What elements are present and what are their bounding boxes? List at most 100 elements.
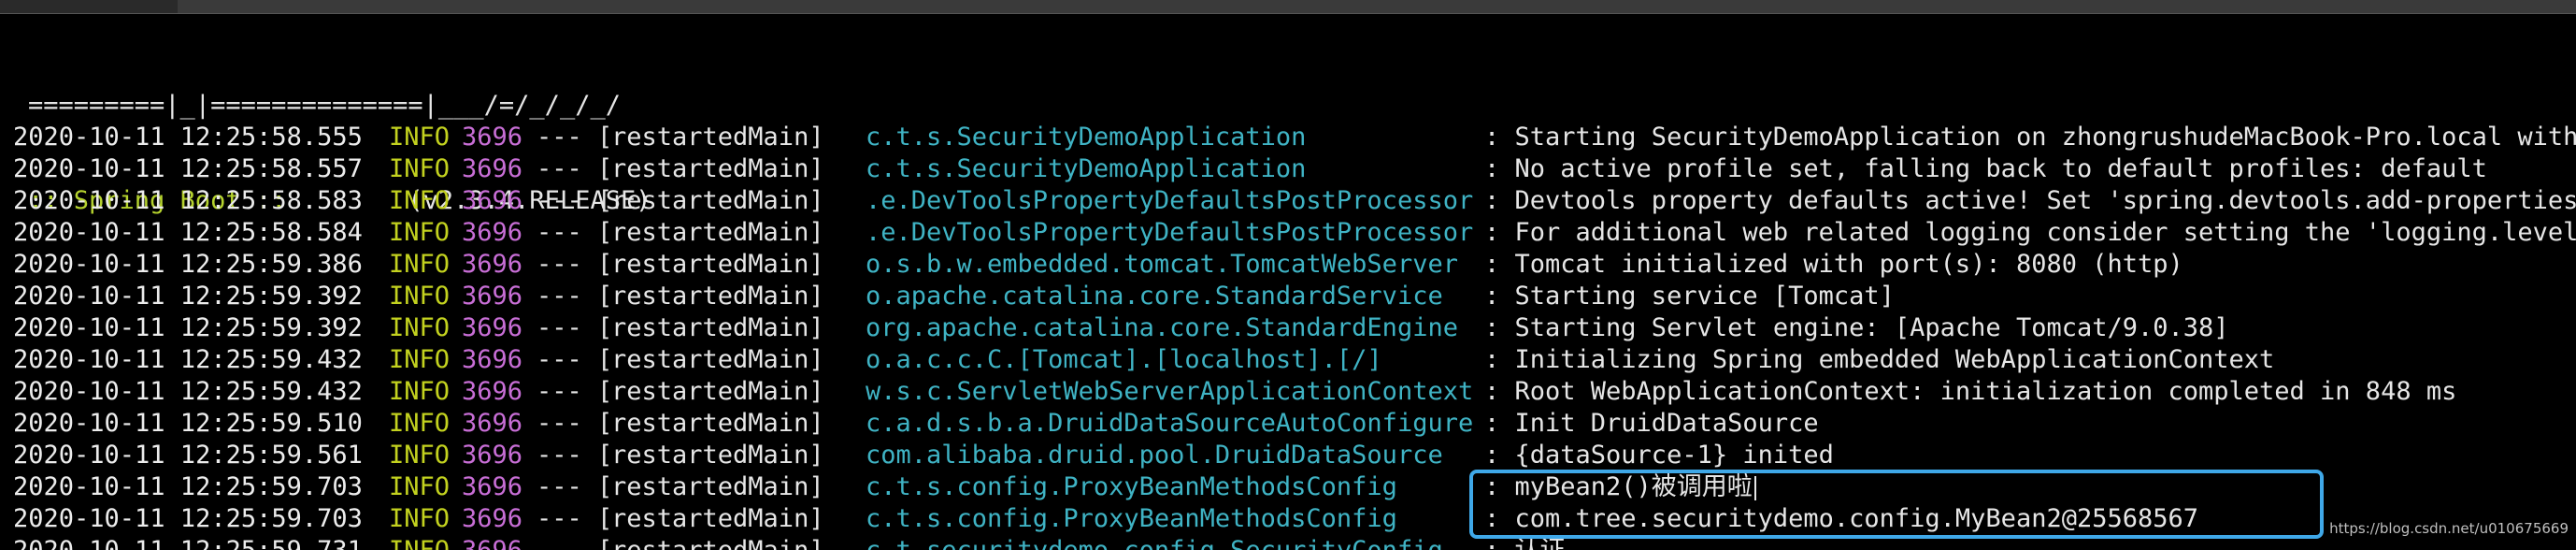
log-thread: restartedMain] (611, 441, 824, 470)
log-line: 2020-10-11 12:25:59.432 INFO 3696 --- [ … (13, 344, 2274, 376)
log-line-highlighted: 2020-10-11 12:25:59.703 INFO 3696 --- [ … (13, 503, 2198, 535)
log-line: 2020-10-11 12:25:58.555 INFO 3696 --- [ … (13, 122, 2576, 153)
log-timestamp: 2020-10-11 12:25:58.557 (13, 154, 363, 183)
log-level: INFO (389, 313, 451, 342)
log-output: 2020-10-11 12:25:58.555 INFO 3696 --- [ … (13, 122, 2576, 550)
log-message: : Initializing Spring embedded WebApplic… (1484, 345, 2275, 374)
log-thread: restartedMain] (611, 154, 824, 183)
log-thread: restartedMain] (611, 377, 824, 406)
terminal-tab[interactable] (0, 0, 178, 13)
log-separator: --- [ (537, 218, 613, 247)
log-level: INFO (389, 535, 450, 550)
log-separator: --- [ (537, 282, 613, 311)
log-pid: 3696 (462, 409, 523, 438)
log-separator: --- [ (537, 313, 613, 342)
log-timestamp: 2020-10-11 12:25:59.561 (13, 441, 363, 470)
log-level: INFO (389, 282, 451, 311)
log-separator: --- [ (537, 409, 613, 438)
log-logger: c.t.s.SecurityDemoApplication (866, 123, 1307, 152)
log-timestamp: 2020-10-11 12:25:58.555 (13, 123, 363, 152)
log-pid: 3696 (462, 123, 523, 152)
log-timestamp: 2020-10-11 12:25:59.703 (13, 472, 363, 501)
log-message: : Root WebApplicationContext: initializa… (1484, 377, 2457, 406)
log-level: INFO (389, 441, 451, 470)
highlight-box (1469, 470, 2324, 539)
log-separator: --- [ (537, 345, 613, 374)
log-pid: 3696 (462, 218, 523, 247)
log-separator: --- [ (537, 504, 613, 533)
log-thread: restartedMain] (611, 282, 824, 311)
log-message: : Starting Servlet engine: [Apache Tomca… (1484, 313, 2229, 342)
log-logger: c.a.d.s.b.a.DruidDataSourceAutoConfigure (866, 409, 1474, 438)
log-level: INFO (389, 154, 451, 183)
log-separator: --- [ (537, 123, 613, 152)
log-level: INFO (389, 504, 451, 533)
log-thread: restartedMain] (611, 250, 824, 279)
log-logger: o.a.c.c.C.[Tomcat].[localhost].[/] (866, 345, 1382, 374)
log-line: 2020-10-11 12:25:59.392 INFO 3696 --- [ … (13, 312, 2229, 344)
log-pid: 3696 (462, 535, 522, 550)
log-line: 2020-10-11 12:25:58.584 INFO 3696 --- [ … (13, 217, 2576, 249)
log-thread: restartedMain] (611, 504, 824, 533)
log-message: : For additional web related logging con… (1484, 218, 2576, 247)
log-pid: 3696 (462, 186, 523, 215)
log-logger: o.s.b.w.embedded.tomcat.TomcatWebServer (866, 250, 1458, 279)
log-thread: restartedMain] (611, 472, 824, 501)
log-separator: --- [ (537, 535, 612, 550)
log-level: INFO (389, 377, 451, 406)
log-message: : Starting service [Tomcat] (1484, 282, 1895, 311)
log-level: INFO (389, 250, 451, 279)
log-timestamp: 2020-10-11 12:25:59.392 (13, 313, 363, 342)
log-timestamp: 2020-10-11 12:25:58.584 (13, 218, 363, 247)
log-timestamp: 2020-10-11 12:25:59.432 (13, 377, 363, 406)
log-thread: restartedMain] (611, 409, 824, 438)
log-separator: --- [ (537, 250, 613, 279)
log-line: 2020-10-11 12:25:59.386 INFO 3696 --- [ … (13, 249, 2183, 281)
log-level: INFO (389, 409, 451, 438)
log-thread: restartedMain] (611, 218, 824, 247)
log-logger: org.apache.catalina.core.StandardEngine (866, 313, 1458, 342)
log-level: INFO (389, 218, 451, 247)
log-logger: c.t.s.config.ProxyBeanMethodsConfig (866, 472, 1397, 501)
log-timestamp: 2020-10-11 12:25:59.392 (13, 282, 363, 311)
log-line: 2020-10-11 12:25:59.432 INFO 3696 --- [ … (13, 376, 2456, 408)
log-logger: .e.DevToolsPropertyDefaultsPostProcessor (866, 186, 1474, 215)
log-timestamp: 2020-10-11 12:25:59.731 (13, 535, 363, 550)
log-level: INFO (389, 186, 451, 215)
log-logger: c.t.s.config.ProxyBeanMethodsConfig (866, 504, 1397, 533)
terminal-tab-bar (0, 0, 2576, 14)
log-timestamp: 2020-10-11 12:25:59.510 (13, 409, 363, 438)
log-pid: 3696 (462, 345, 523, 374)
log-message: : No active profile set, falling back to… (1484, 154, 2487, 183)
log-logger: c.t.securitydemo.config.SecurityConfig (866, 535, 1443, 550)
log-message: : Starting SecurityDemoApplication on zh… (1484, 123, 2576, 152)
log-separator: --- [ (537, 186, 613, 215)
log-message: : Init DruidDataSource (1484, 409, 1819, 438)
log-message: : Tomcat initialized with port(s): 8080 … (1484, 250, 2183, 279)
log-timestamp: 2020-10-11 12:25:59.432 (13, 345, 363, 374)
log-separator: --- [ (537, 472, 613, 501)
log-pid: 3696 (462, 441, 523, 470)
log-line: 2020-10-11 12:25:58.557 INFO 3696 --- [ … (13, 153, 2487, 185)
watermark-url: https://blog.csdn.net/u010675669 (2329, 520, 2569, 537)
log-thread: restartedMain] (611, 313, 824, 342)
log-pid: 3696 (462, 250, 523, 279)
log-logger: com.alibaba.druid.pool.DruidDataSource (866, 441, 1443, 470)
log-thread: restartedMain] (611, 535, 824, 550)
log-pid: 3696 (462, 313, 523, 342)
log-pid: 3696 (462, 472, 523, 501)
log-separator: --- [ (537, 441, 613, 470)
log-timestamp: 2020-10-11 12:25:58.583 (13, 186, 363, 215)
log-line: 2020-10-11 12:25:58.583 INFO 3696 --- [ … (13, 185, 2576, 217)
log-thread: restartedMain] (611, 186, 824, 215)
log-logger: c.t.s.SecurityDemoApplication (866, 154, 1307, 183)
log-thread: restartedMain] (611, 123, 824, 152)
log-pid: 3696 (462, 377, 523, 406)
banner-ascii-art: =========|_|==============|___/=/_/_/_/ (28, 91, 621, 120)
log-pid: 3696 (462, 504, 523, 533)
terminal-window[interactable]: =========|_|==============|___/=/_/_/_/ … (0, 0, 2576, 550)
log-line-highlighted: 2020-10-11 12:25:59.703 INFO 3696 --- [ … (13, 471, 1756, 503)
log-line: 2020-10-11 12:25:59.510 INFO 3696 --- [ … (13, 408, 1819, 440)
log-pid: 3696 (462, 154, 523, 183)
log-level: INFO (389, 472, 451, 501)
